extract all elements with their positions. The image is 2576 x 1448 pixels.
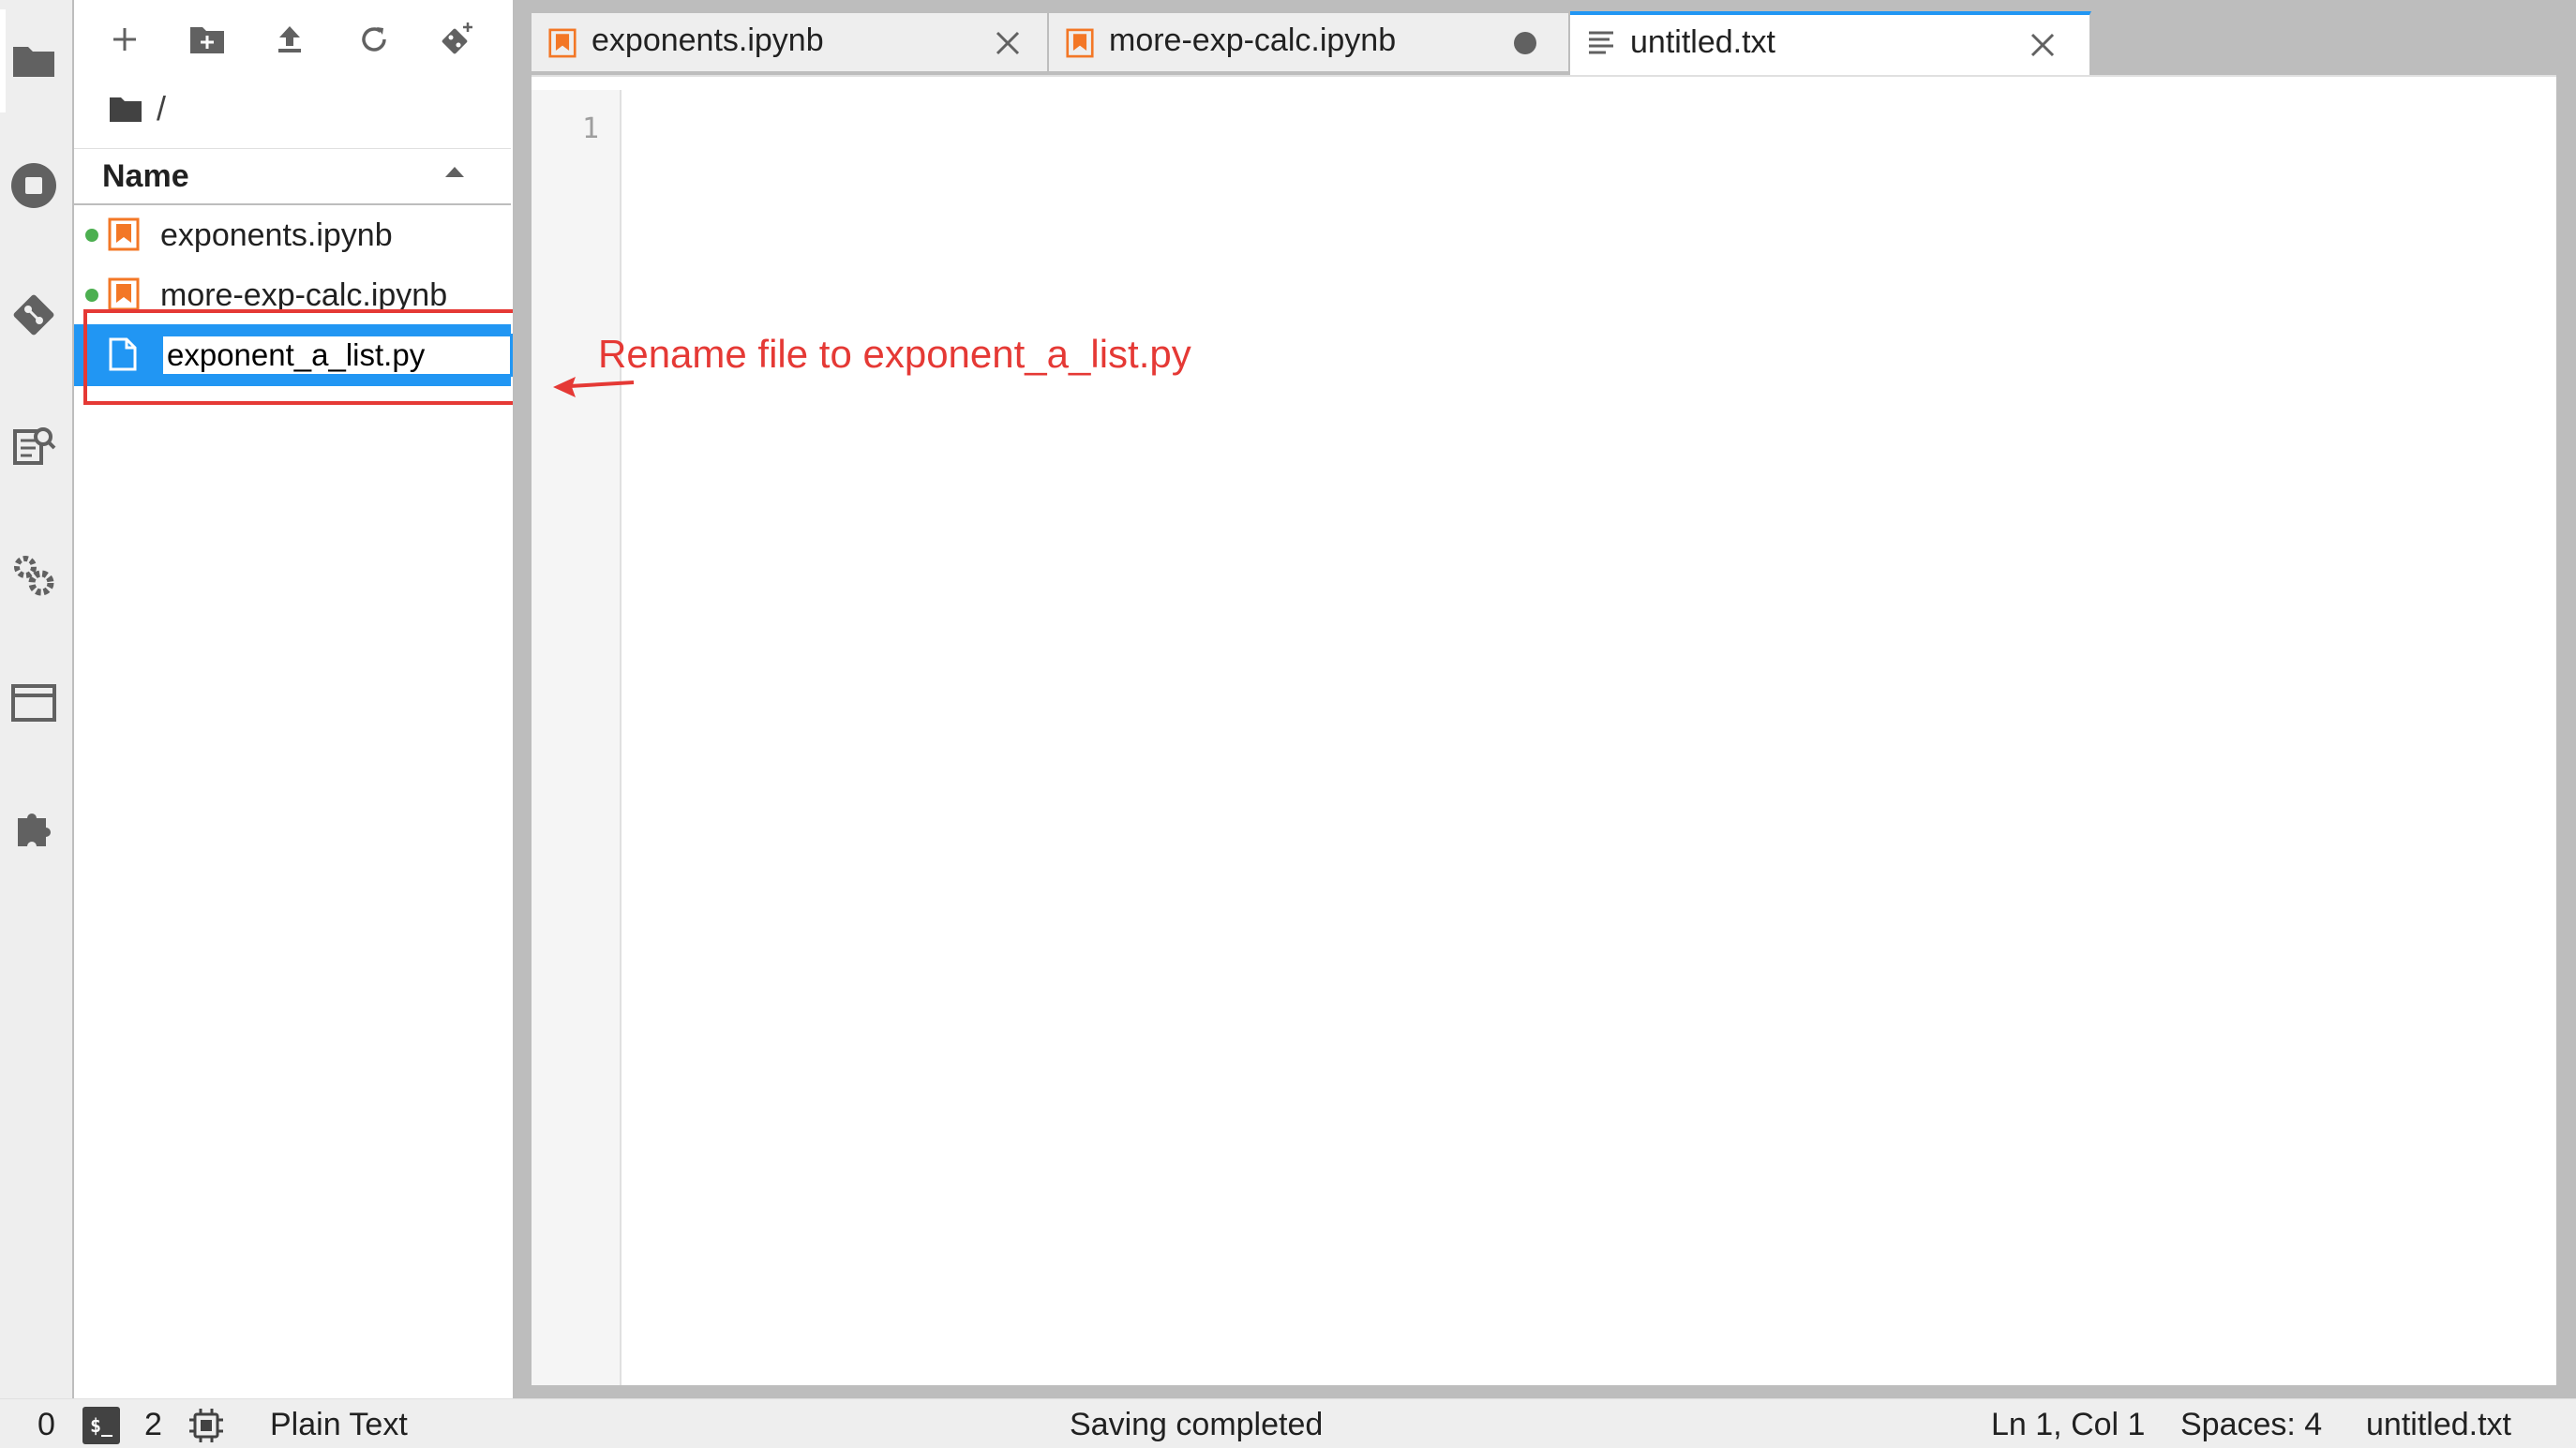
close-icon [996,31,1020,55]
terminal-icon[interactable]: $_ [82,1407,120,1444]
activity-bar [0,0,74,1398]
git-clone-icon [442,22,472,54]
annotation-highlight-box [83,309,539,405]
tab-label: more-exp-calc.ipynb [1109,22,1397,58]
refresh-icon [362,27,386,52]
git-icon[interactable] [4,285,64,345]
sort-ascending-icon[interactable] [443,164,466,179]
property-inspector-icon[interactable] [4,416,64,476]
status-bar: 0 $_ 2 Plain Text Saving completed Ln 1,… [0,1398,2576,1448]
text-editor: 1 [532,75,2556,1385]
folder-icon[interactable] [4,30,64,90]
plus-icon [113,28,136,51]
status-message: Saving completed [1070,1407,1324,1442]
tab-exponents[interactable]: exponents.ipynb [532,13,1049,71]
status-kernel-count[interactable]: 0 [37,1407,55,1443]
annotation-text: Rename file to exponent_a_list.py [598,332,1191,376]
file-list-item[interactable]: exponents.ipynb [74,204,511,266]
notebook-icon [108,277,140,311]
cpu-icon[interactable] [187,1407,225,1444]
file-name: more-exp-calc.ipynb [160,276,448,313]
tab-more-exp-calc[interactable]: more-exp-calc.ipynb [1049,13,1570,71]
close-icon [2030,33,2055,57]
new-folder-icon [190,27,224,53]
line-number-gutter: 1 [532,90,622,1385]
status-mode[interactable]: Plain Text [270,1407,408,1443]
tabs-icon[interactable] [4,673,64,733]
folder-icon[interactable] [108,94,143,124]
line-number: 1 [581,112,599,145]
notebook-icon [548,28,577,58]
tab-untitled[interactable]: untitled.txt [1570,11,2091,75]
notebook-icon [108,217,140,251]
file-list-header[interactable]: Name [74,148,511,205]
refresh-button[interactable] [344,9,404,69]
text-file-icon [1589,31,1613,54]
file-browser-toolbar [74,0,513,75]
tab-label: exponents.ipynb [592,22,824,58]
extension-icon[interactable] [4,799,64,858]
new-folder-button[interactable] [177,9,237,69]
status-filename: untitled.txt [2366,1407,2511,1442]
notebook-icon [1066,28,1094,58]
upload-button[interactable] [260,9,320,69]
status-terminal-count[interactable]: 2 [144,1407,162,1443]
status-cursor-position[interactable]: Ln 1, Col 1 [1991,1407,2145,1443]
file-name: exponents.ipynb [160,216,393,253]
breadcrumb: / [108,88,166,129]
settings-icon[interactable] [4,545,64,605]
running-indicator [85,229,98,242]
unsaved-indicator[interactable] [1508,26,1542,60]
tab-bar: exponents.ipynb more-exp-calc.ipynb unti… [532,0,2576,75]
tab-close-button[interactable] [2026,28,2059,62]
git-clone-button[interactable] [427,9,487,69]
tab-close-button[interactable] [991,26,1025,60]
main-area: exponents.ipynb more-exp-calc.ipynb unti… [532,0,2576,1398]
status-indentation[interactable]: Spaces: 4 [2180,1407,2322,1443]
name-column-header[interactable]: Name [102,158,189,195]
running-icon[interactable] [4,156,64,216]
new-launcher-button[interactable] [95,9,155,69]
file-browser: / Name exponents.ipynb more-exp-calc.ipy… [74,0,513,1398]
upload-icon [278,26,301,52]
panel-splitter[interactable] [513,0,532,1398]
tab-label: untitled.txt [1630,24,1775,60]
editor-content[interactable] [622,90,2556,1385]
unsaved-dot-icon [1514,32,1536,54]
running-indicator [85,289,98,302]
breadcrumb-path[interactable]: / [157,89,166,128]
